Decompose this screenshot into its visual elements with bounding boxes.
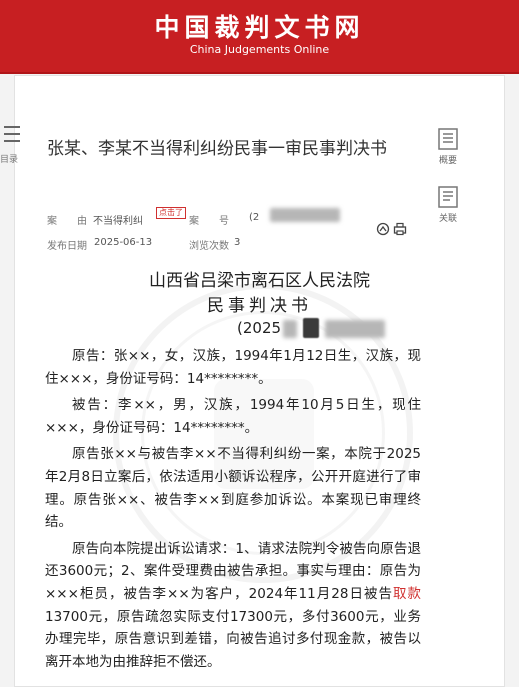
overview-label: 概要: [438, 156, 457, 166]
document-type: 民事判决书: [207, 296, 312, 316]
judgment-body: 原告：张××，女，汉族，1994年1月12日生，汉族，现住×××，身份证号码：1…: [45, 345, 421, 677]
cause-value: 不当得利纠: [93, 216, 143, 227]
court-name: 山西省吕梁市离石区人民法院: [149, 271, 370, 291]
related-label: 关联: [438, 214, 457, 224]
brand-title[interactable]: 中国裁判文书网: [0, 8, 519, 44]
brand-subtitle: China Judgements Online: [189, 43, 330, 56]
overview-button[interactable]: 概要: [433, 128, 463, 172]
related-button[interactable]: 关联: [433, 186, 463, 230]
menu-icon: [4, 126, 20, 144]
view-count-value: 3: [234, 237, 241, 248]
publish-date-value: 2025-06-13: [94, 237, 153, 248]
claim-paragraph: 原告向本院提出诉讼请求：1、请求法院判令被告向原告退还3600元；2、案件受理费…: [45, 538, 421, 674]
case-summary-paragraph: 原告张××与被告李××不当得利纠纷一案，本院于2025年2月8日立案后，依法适用…: [45, 446, 421, 531]
print-icon[interactable]: [393, 222, 407, 236]
case-number-value: (2: [249, 212, 260, 223]
publish-date-key: 发布日期: [47, 241, 87, 252]
redacted-block-1: [283, 320, 297, 338]
cause-key: 案 由: [47, 216, 87, 227]
claim-text-after: 13700元，原告疏忽实际支付17300元，多付3600元，业务办理完毕，原告意…: [45, 608, 421, 670]
withdrawal-link[interactable]: 取款: [393, 586, 421, 602]
defendant-paragraph: 被告：李××，男，汉族，1994年10月5日生，现住×××，身份证号码：14**…: [45, 397, 421, 436]
menu-label: 目录: [0, 155, 19, 165]
redacted-case-number: [270, 208, 340, 222]
redacted-block-3: [325, 320, 385, 338]
site-header: 中国裁判文书网 China Judgements Online: [0, 0, 519, 74]
case-number-key: 案 号: [189, 216, 229, 227]
redacted-block-2: [303, 318, 319, 338]
claim-text-before: 原告向本院提出诉讼请求：1、请求法院判令被告向原告退还3600元；2、案件受理费…: [45, 540, 421, 602]
document-title: 张某、李某不当得利纠纷民事一审民事判决书: [47, 139, 387, 159]
plaintiff-paragraph: 原告：张××，女，汉族，1994年1月12日生，汉族，现住×××，身份证号码：1…: [45, 348, 421, 387]
expand-tip[interactable]: 点击了: [156, 207, 186, 219]
judgment-case-number: (2025: [237, 319, 282, 337]
related-icon: [438, 186, 458, 208]
view-count-key: 浏览次数: [189, 241, 229, 252]
table-of-contents-button[interactable]: 目录: [0, 126, 24, 170]
share-icon[interactable]: [376, 222, 390, 236]
overview-icon: [438, 128, 458, 150]
